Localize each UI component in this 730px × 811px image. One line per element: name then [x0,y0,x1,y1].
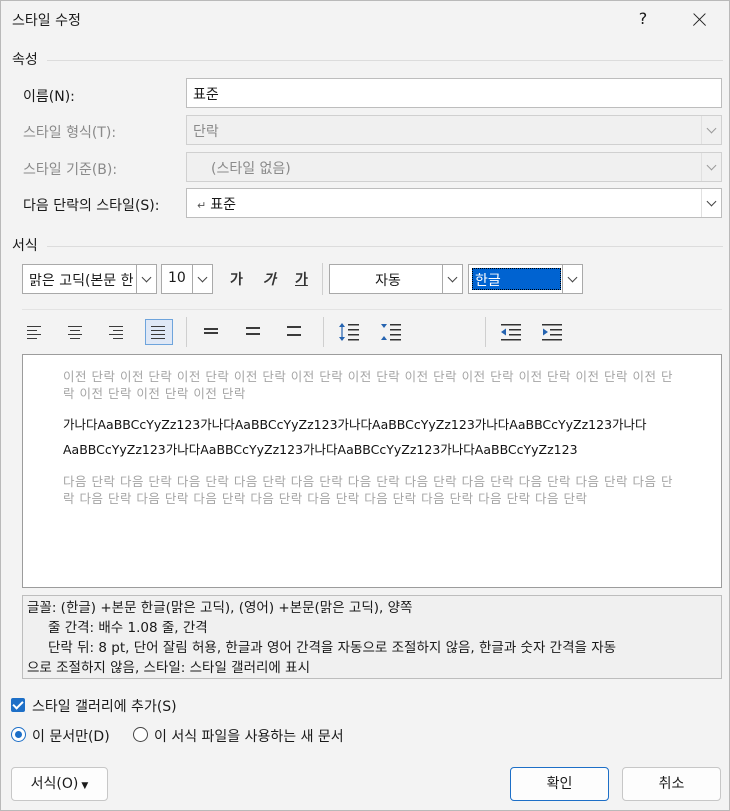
cancel-button[interactable]: 취소 [622,767,721,801]
add-gallery-label[interactable]: 스타일 갤러리에 추가(S) [32,696,177,716]
description-line: 으로 조절하지 않음, 스타일: 스타일 갤러리에 표시 [27,660,310,676]
underline-button[interactable]: 가 [295,269,308,289]
bold-button[interactable]: 가 [230,269,243,289]
name-input-value: 표준 [193,87,219,103]
language-value: 한글 [472,268,561,290]
style-type-label: 스타일 형식(T): [23,125,117,141]
only-this-document-label[interactable]: 이 문서만(D) [32,726,110,746]
toolbar-separator [186,317,187,347]
name-label: 이름(N): [23,89,75,105]
close-icon[interactable] [685,6,713,34]
chevron-down-icon [562,265,582,293]
formatting-heading: 서식 [12,238,38,254]
section-divider [47,246,723,247]
italic-button[interactable]: 가 [263,269,276,289]
preview-sample-line-1: 가나다AaBBCcYyZz123가나다AaBBCcYyZz123가나다AaBBC… [63,417,647,432]
name-input[interactable]: 표준 [186,78,722,108]
toolbar-separator [322,263,323,295]
font-size-value: 10 [168,270,186,286]
style-based-label: 스타일 기준(B): [23,162,118,178]
style-preview: 이전 단락 이전 단락 이전 단락 이전 단락 이전 단락 이전 단락 이전 단… [22,354,722,588]
line-icon [204,332,218,334]
space-after-icon [381,324,401,341]
style-type-value: 단락 [193,124,219,140]
font-name-value: 맑은 고딕(본문 한 [29,273,134,289]
line-spacing-double-button[interactable] [281,319,309,345]
space-after-button[interactable] [378,319,404,345]
line-spacing-onehalf-button[interactable] [240,319,268,345]
dropdown-arrow-icon: ▼ [81,781,89,791]
chevron-down-icon [701,116,721,144]
style-based-value: (스타일 없음) [211,161,291,177]
format-menu-button[interactable]: 서식(O) ▼ [11,767,108,801]
next-style-value: 표준 [210,197,236,213]
only-this-document-radio[interactable] [11,727,26,742]
chevron-down-icon [701,189,721,217]
line-icon [287,326,301,328]
font-color-value: 자동 [375,273,401,289]
align-right-icon [109,326,125,342]
line-icon [246,327,260,329]
ok-button[interactable]: 확인 [510,767,609,801]
description-line: 줄 간격: 배수 1.08 줄, 간격 [48,620,208,636]
font-name-select[interactable]: 맑은 고딕(본문 한 [22,264,157,294]
new-documents-radio[interactable] [133,727,148,742]
next-style-select[interactable]: ↵ 표준 [186,188,722,218]
preview-previous-paragraph: 이전 단락 이전 단락 이전 단락 이전 단락 이전 단락 이전 단락 이전 단… [63,369,673,401]
style-description: 글꼴: (한글) +본문 한글(맑은 고딕), (영어) +본문(맑은 고딕),… [22,595,722,679]
justify-icon [151,326,167,342]
chevron-down-icon [192,265,212,293]
chevron-down-icon [442,265,462,293]
style-based-select[interactable]: (스타일 없음) [186,152,722,182]
increase-indent-icon [542,324,562,341]
decrease-indent-icon [501,324,521,341]
line-icon [246,333,260,335]
title-bar: 스타일 수정 ? [1,1,729,39]
line-spacing-single-button[interactable] [198,319,226,345]
decrease-indent-button[interactable] [498,319,524,345]
chevron-down-icon [701,153,721,181]
toolbar-separator [323,317,324,347]
style-type-select[interactable]: 단락 [186,115,722,145]
align-right-button[interactable] [103,319,131,345]
new-documents-label[interactable]: 이 서식 파일을 사용하는 새 문서 [154,726,344,746]
toolbar-divider [22,309,722,310]
space-before-icon [339,323,359,341]
add-gallery-checkbox[interactable] [11,698,25,712]
help-button[interactable]: ? [633,7,653,31]
preview-sample-line-2: AaBBCcYyZz123가나다AaBBCcYyZz123가나다AaBBCcYy… [63,442,578,457]
properties-heading: 속성 [12,52,38,68]
font-color-select[interactable]: 자동 [329,264,463,294]
line-icon [204,328,218,330]
increase-indent-button[interactable] [539,319,565,345]
modify-style-dialog: 스타일 수정 ? 속성 이름(N): 표준 스타일 형식(T): 단락 스타일 … [0,0,730,811]
align-center-icon [68,326,84,342]
preview-next-paragraph: 다음 단락 다음 단락 다음 단락 다음 단락 다음 단락 다음 단락 다음 단… [63,474,673,506]
language-select[interactable]: 한글 [468,264,583,294]
section-divider [47,60,723,61]
description-line: 글꼴: (한글) +본문 한글(맑은 고딕), (영어) +본문(맑은 고딕),… [27,600,413,616]
space-before-button[interactable] [336,319,362,345]
align-center-button[interactable] [62,319,90,345]
description-line: 단락 뒤: 8 pt, 단어 잘림 허용, 한글과 영어 간격을 자동으로 조절… [48,640,617,656]
paragraph-return-icon: ↵ [197,199,207,212]
font-size-select[interactable]: 10 [161,264,213,294]
format-button-label: 서식(O) [30,776,79,792]
justify-button[interactable] [145,319,173,345]
align-left-icon [27,326,43,342]
toolbar-separator [485,317,486,347]
line-icon [287,334,301,336]
align-left-button[interactable] [21,319,49,345]
chevron-down-icon [136,265,156,293]
next-style-label: 다음 단락의 스타일(S): [23,198,160,214]
dialog-title: 스타일 수정 [12,13,81,29]
